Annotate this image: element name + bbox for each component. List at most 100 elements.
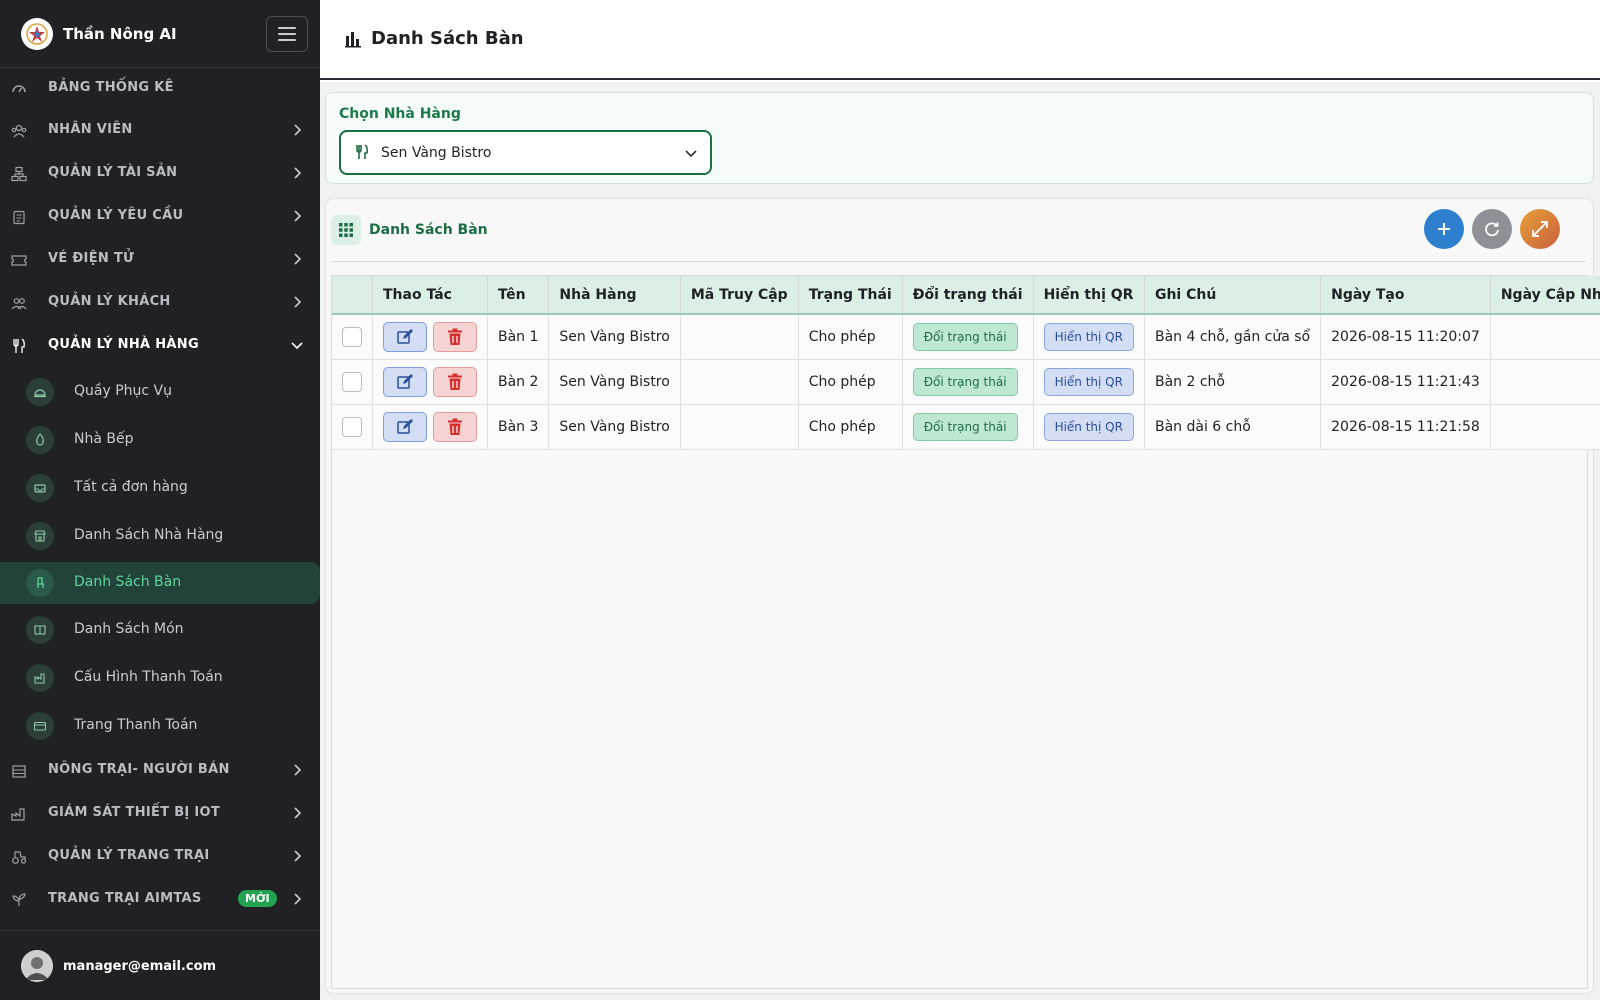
- edit-button[interactable]: [383, 321, 427, 352]
- sidebar-subitem-payment-page[interactable]: Trang Thanh Toán: [0, 705, 320, 747]
- restaurant-select-value: Sen Vàng Bistro: [381, 145, 492, 161]
- sidebar-subitem-kitchen[interactable]: Nhà Bếp: [0, 419, 320, 461]
- trash-icon: [448, 418, 462, 435]
- toggle-status-button[interactable]: Đổi trạng thái: [912, 322, 1018, 351]
- delete-button[interactable]: [433, 411, 477, 442]
- dashboard-icon: [12, 85, 26, 93]
- app-name: Thần Nông AI: [63, 25, 177, 43]
- cell-toggle: Đổi trạng thái: [902, 314, 1034, 360]
- card-icon: [26, 712, 54, 740]
- cell-name: Bàn 3: [487, 404, 550, 450]
- col-header-created[interactable]: Ngày Tạo: [1320, 276, 1491, 315]
- sidebar-subitem-restaurant-list[interactable]: Danh Sách Nhà Hàng: [0, 515, 320, 557]
- edit-button[interactable]: [383, 366, 427, 397]
- refresh-button[interactable]: [1472, 209, 1512, 249]
- tray-icon: [26, 474, 54, 502]
- chevron-right-icon: [294, 210, 302, 222]
- restaurant-select-label: Chọn Nhà Hàng: [339, 106, 461, 122]
- toggle-status-button[interactable]: Đổi trạng thái: [912, 412, 1018, 441]
- col-header-note[interactable]: Ghi Chú: [1144, 276, 1322, 315]
- clipboard-icon: [13, 210, 25, 225]
- edit-button[interactable]: [383, 411, 427, 442]
- table-row: Bàn 2 Sen Vàng Bistro Cho phép Đổi trạng…: [332, 359, 1600, 405]
- sidebar-subitem-service-counter[interactable]: Quầy Phục Vụ: [0, 371, 320, 413]
- trash-icon: [448, 373, 462, 390]
- cell-restaurant: Sen Vàng Bistro: [548, 359, 681, 405]
- flame-icon: [26, 426, 54, 454]
- sidebar-item-assets[interactable]: QUẢN LÝ TÀI SẢN: [0, 153, 320, 193]
- toggle-status-button[interactable]: Đổi trạng thái: [912, 367, 1018, 396]
- refresh-icon: [1485, 222, 1499, 237]
- chevron-down-icon: [685, 150, 697, 158]
- chevron-right-icon: [294, 893, 302, 905]
- restaurant-select-card: Chọn Nhà Hàng Sen Vàng Bistro: [325, 92, 1594, 184]
- sidebar-item-dashboard[interactable]: BẢNG THỐNG KÊ: [0, 68, 320, 108]
- staff-icon: [11, 124, 27, 138]
- row-checkbox[interactable]: [342, 326, 362, 347]
- show-qr-button[interactable]: Hiển thị QR: [1043, 412, 1134, 441]
- col-header-name[interactable]: Tên: [487, 276, 550, 315]
- cell-created: 2026-08-15 11:21:43: [1320, 359, 1491, 405]
- col-header-actions[interactable]: Thao Tác: [372, 276, 488, 315]
- col-header-status[interactable]: Trạng Thái: [798, 276, 903, 315]
- add-table-button[interactable]: [1424, 209, 1464, 249]
- cell-status: Cho phép: [798, 404, 903, 450]
- show-qr-button[interactable]: Hiển thị QR: [1043, 322, 1134, 351]
- sidebar-item-iot[interactable]: GIÁM SÁT THIẾT BỊ IOT: [0, 793, 320, 833]
- utensils-icon: [356, 144, 369, 159]
- brand-header: Thần Nông AI: [0, 0, 320, 68]
- sidebar-subitem-table-list[interactable]: Danh Sách Bàn: [0, 562, 320, 604]
- sidebar-subitem-dish-list[interactable]: Danh Sách Món: [0, 609, 320, 651]
- col-header-restaurant[interactable]: Nhà Hàng: [548, 276, 681, 315]
- sidebar-item-customers[interactable]: QUẢN LÝ KHÁCH: [0, 282, 320, 322]
- ticket-icon: [11, 255, 27, 266]
- row-actions-cell: [372, 314, 488, 360]
- grid-icon: [331, 215, 361, 245]
- cell-updated: [1490, 314, 1600, 360]
- tractor-icon: [12, 851, 27, 864]
- edit-icon: [397, 328, 413, 344]
- col-header-updated[interactable]: Ngày Cập Nhật: [1490, 276, 1600, 315]
- cell-qr: Hiển thị QR: [1033, 404, 1145, 450]
- row-actions-cell: [372, 404, 488, 450]
- chevron-right-icon: [294, 167, 302, 179]
- cell-updated: [1490, 359, 1600, 405]
- sidebar-item-staff[interactable]: NHÂN VIÊN: [0, 110, 320, 150]
- col-header-show-qr[interactable]: Hiển thị QR: [1033, 276, 1145, 315]
- delete-button[interactable]: [433, 366, 477, 397]
- cell-note: Bàn 2 chỗ: [1144, 359, 1322, 405]
- show-qr-button[interactable]: Hiển thị QR: [1043, 367, 1134, 396]
- cell-created: 2026-08-15 11:21:58: [1320, 404, 1491, 450]
- iot-icon: [11, 808, 25, 821]
- col-header-toggle-status[interactable]: Đổi trạng thái: [902, 276, 1034, 315]
- delete-button[interactable]: [433, 321, 477, 352]
- hamburger-menu-button[interactable]: [266, 16, 308, 52]
- row-select-cell: [332, 314, 373, 360]
- row-checkbox[interactable]: [342, 416, 362, 437]
- user-profile[interactable]: manager@email.com: [0, 930, 320, 1000]
- col-header-access-code[interactable]: Mã Truy Cập: [680, 276, 799, 315]
- sidebar-item-restaurant[interactable]: QUẢN LÝ NHÀ HÀNG: [0, 325, 320, 365]
- avatar[interactable]: [21, 950, 53, 982]
- table-container[interactable]: Thao Tác Tên Nhà Hàng Mã Truy Cập Trạng …: [331, 275, 1600, 989]
- plant-icon: [12, 893, 26, 906]
- sidebar-item-requests[interactable]: QUẢN LÝ YÊU CẦU: [0, 196, 320, 236]
- chevron-right-icon: [294, 253, 302, 265]
- sidebar-item-farm-sellers[interactable]: NÔNG TRẠI- NGƯỜI BÁN: [0, 750, 320, 790]
- plus-icon: [1438, 223, 1450, 235]
- sidebar-subitem-payment-config[interactable]: Cấu Hình Thanh Toán: [0, 657, 320, 699]
- cell-qr: Hiển thị QR: [1033, 314, 1145, 360]
- row-checkbox[interactable]: [342, 371, 362, 392]
- sidebar-item-aimtas[interactable]: TRANG TRẠI AIMTAS MỚI: [0, 879, 320, 919]
- sidebar-item-tickets[interactable]: VÉ ĐIỆN TỬ: [0, 239, 320, 279]
- app-logo-icon[interactable]: [21, 18, 53, 50]
- row-select-cell: [332, 359, 373, 405]
- expand-button[interactable]: [1520, 209, 1560, 249]
- asset-icon: [11, 166, 27, 182]
- sidebar-subitem-all-orders[interactable]: Tất cả đơn hàng: [0, 467, 320, 509]
- edit-icon: [397, 418, 413, 434]
- sidebar-item-farm-management[interactable]: QUẢN LÝ TRANG TRẠI: [0, 836, 320, 876]
- factory-icon: [26, 664, 54, 692]
- users-icon: [11, 298, 27, 310]
- restaurant-select[interactable]: Sen Vàng Bistro: [339, 130, 712, 175]
